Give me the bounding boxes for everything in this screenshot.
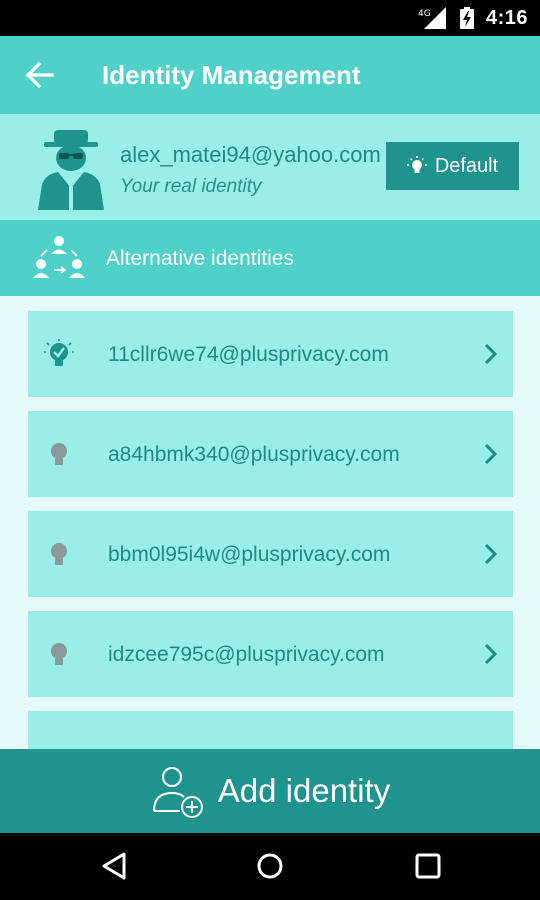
real-identity-subtitle: Your real identity [120,176,262,197]
alternative-identities-header: Alternative identities [0,220,540,296]
lightbulb-icon [51,543,67,565]
system-nav-bar [0,833,540,900]
back-nav-icon[interactable] [100,851,130,881]
chevron-right-icon [484,543,498,565]
network-type-label: 4G [418,9,431,19]
spy-avatar-icon [38,130,104,210]
signal-icon: 4G [418,7,446,29]
chevron-right-icon [484,343,498,365]
back-arrow-icon[interactable] [26,62,54,88]
recents-nav-icon[interactable] [413,851,443,881]
add-user-icon [152,767,203,818]
add-identity-button[interactable]: Add identity [0,749,540,833]
home-nav-icon[interactable] [255,851,285,881]
identity-item[interactable]: bbm0l95i4w@plusprivacy.com [28,511,513,597]
chevron-right-icon [484,443,498,465]
identity-email: 11cllr6we74@plusprivacy.com [108,343,389,366]
app-bar: Identity Management [0,36,540,114]
lightbulb-icon [51,643,67,665]
real-identity-email: alex_matei94@yahoo.com [120,142,381,167]
add-identity-label: Add identity [217,772,391,809]
identity-email: bbm0l95i4w@plusprivacy.com [108,543,391,566]
identity-email: a84hbmk340@plusprivacy.com [108,443,400,466]
chevron-right-icon [484,643,498,665]
default-button-label: Default [434,154,499,177]
lightbulb-check-icon [44,339,74,366]
identity-item[interactable] [28,711,513,749]
lightbulb-glow-icon [406,156,427,173]
default-button[interactable]: Default [386,142,519,190]
identity-email: idzcee795c@plusprivacy.com [108,643,385,666]
section-label: Alternative identities [106,247,294,270]
identity-item[interactable]: 11cllr6we74@plusprivacy.com [28,311,513,397]
identity-item[interactable]: a84hbmk340@plusprivacy.com [28,411,513,497]
status-bar: 4G 4:16 [0,0,540,36]
status-time: 4:16 [485,6,528,29]
identity-list: 11cllr6we74@plusprivacy.com a84hbmk340@p… [0,296,540,749]
lightbulb-icon [51,443,67,465]
people-network-icon [33,236,85,278]
battery-icon [459,7,474,29]
identity-item[interactable]: idzcee795c@plusprivacy.com [28,611,513,697]
page-title: Identity Management [102,60,361,90]
